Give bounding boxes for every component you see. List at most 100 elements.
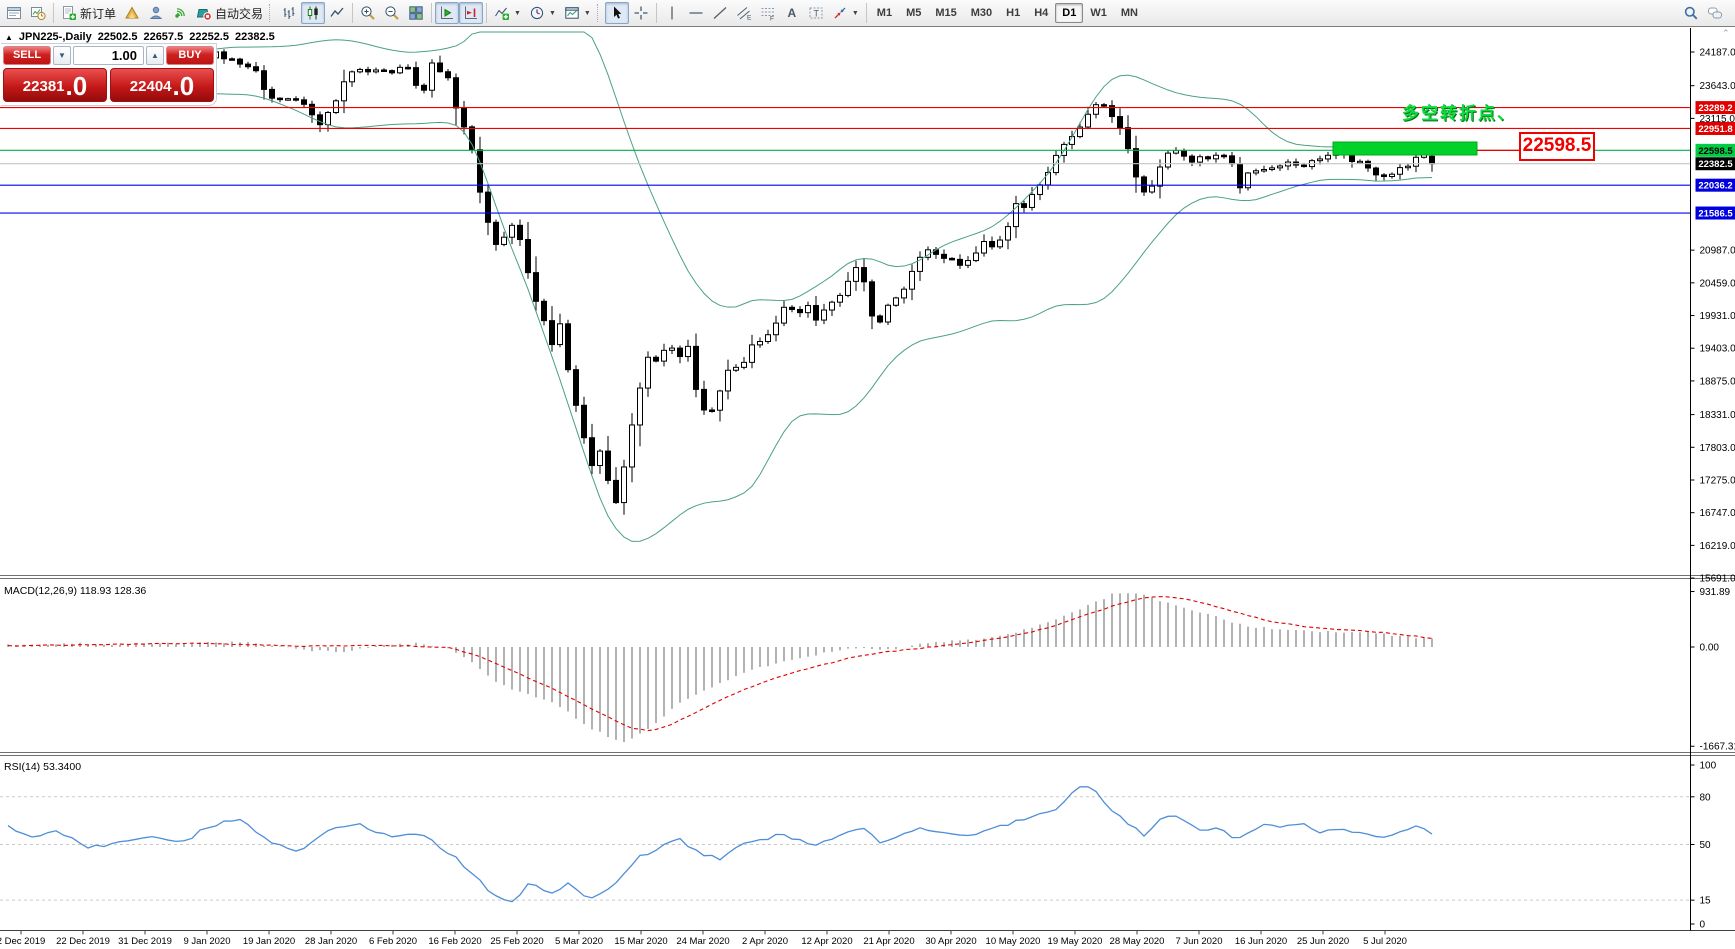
chart-scroll-marker[interactable]: ⌃ [1722,28,1730,39]
line-chart-button[interactable] [325,2,349,24]
auto-scroll-button[interactable] [435,2,459,24]
svg-text:22036.2: 22036.2 [1698,181,1732,192]
auto-scroll-icon [439,5,455,21]
zoom-out-button[interactable] [380,2,404,24]
svg-text:17275.0: 17275.0 [1700,475,1735,486]
sell-price-button[interactable]: 22381.0 [3,68,107,102]
svg-text:15: 15 [1700,896,1712,907]
price-label-box[interactable]: 22598.5 [1519,132,1595,161]
chart-title: ▲ JPN225-,Daily 22502.5 22657.5 22252.5 … [5,31,275,43]
rsi-gridlines [0,797,1691,900]
indicators-button[interactable]: ▼ [490,2,525,24]
mt4-window: 24187.023643.023115.020987.020459.019931… [0,0,1735,949]
svg-text:16 Jun 2020: 16 Jun 2020 [1235,936,1287,947]
fibonacci-tool[interactable]: F [756,2,780,24]
periods-dropdown-caret[interactable]: ▼ [549,10,556,17]
text-label-icon: T [808,5,824,21]
chart-canvas[interactable]: 24187.023643.023115.020987.020459.019931… [0,0,1735,949]
crosshair-icon [633,5,649,21]
periods-button[interactable]: ▼ [525,2,560,24]
svg-text:15691.0: 15691.0 [1700,574,1735,585]
tf-w1-button[interactable]: W1 [1083,3,1114,23]
tf-m5-button[interactable]: M5 [899,3,928,23]
toolbar-grip [597,4,603,22]
svg-text:5 Mar 2020: 5 Mar 2020 [555,936,603,947]
new-order-button[interactable]: 新订单 [57,2,120,24]
svg-text:21 Apr 2020: 21 Apr 2020 [863,936,914,947]
macd-pane-label: MACD(12,26,9) 118.93 128.36 [4,585,146,597]
arrows-dropdown-caret[interactable]: ▼ [852,10,859,17]
svg-text:24187.0: 24187.0 [1700,48,1735,59]
volume-input[interactable] [73,46,144,65]
template-icon [564,5,580,21]
autotrading-label: 自动交易 [215,5,263,22]
cursor-icon [609,5,625,21]
tf-m15-button[interactable]: M15 [928,3,963,23]
svg-text:15 Mar 2020: 15 Mar 2020 [614,936,667,947]
volume-increase-button[interactable]: ▲ [146,46,164,65]
bar-chart-button[interactable] [277,2,301,24]
profiles-icon [124,5,140,21]
crosshair-tool-button[interactable] [629,2,653,24]
buy-price-button[interactable]: 22404.0 [110,68,214,102]
chart-profiles-button[interactable] [120,2,144,24]
volume-decrease-button[interactable]: ▼ [53,46,71,65]
svg-text:-1667.31: -1667.31 [1700,742,1735,753]
svg-text:18875.0: 18875.0 [1700,376,1735,387]
svg-text:23643.0: 23643.0 [1700,81,1735,92]
zoom-out-icon [384,5,400,21]
main-toolbar: 新订单 自动交易 [0,0,1735,27]
cursor-tool-button[interactable] [605,2,629,24]
templates-button[interactable]: ▼ [560,2,595,24]
tile-windows-button[interactable] [404,2,428,24]
tf-m1-button[interactable]: M1 [870,3,899,23]
text-tool-icon: A [784,5,800,21]
axes: 24187.023643.023115.020987.020459.019931… [0,28,1735,947]
tf-h1-button[interactable]: H1 [999,3,1027,23]
vertical-line-tool[interactable] [660,2,684,24]
buy-button[interactable]: BUY [166,46,214,65]
svg-text:25 Feb 2020: 25 Feb 2020 [490,936,543,947]
candlestick-chart-button[interactable] [301,2,325,24]
toolbar-separator [352,3,353,23]
mql-community-button[interactable] [144,2,168,24]
chart-objects[interactable] [1333,142,1519,155]
person-icon [148,5,164,21]
svg-text:21586.5: 21586.5 [1698,209,1733,220]
search-button[interactable] [1679,2,1703,24]
tf-d1-button[interactable]: D1 [1055,3,1083,23]
sell-button[interactable]: SELL [3,46,51,65]
autotrading-button[interactable]: 自动交易 [192,2,267,24]
buy-price-pips: .0 [173,73,195,99]
chart-shift-button[interactable] [459,2,483,24]
trendline-tool[interactable] [708,2,732,24]
equidistant-channel-tool[interactable]: E [732,2,756,24]
svg-text:9 Jan 2020: 9 Jan 2020 [183,936,230,947]
svg-text:50: 50 [1700,840,1712,851]
svg-text:16219.0: 16219.0 [1700,541,1735,552]
toolbar-separator [656,3,657,23]
tf-mn-button[interactable]: MN [1114,3,1145,23]
arrows-tool[interactable]: ▼ [828,2,863,24]
market-watch-button[interactable] [2,2,26,24]
svg-text:28 May 2020: 28 May 2020 [1110,936,1165,947]
indicators-dropdown-caret[interactable]: ▼ [514,10,521,17]
zoom-in-button[interactable] [356,2,380,24]
one-click-trading-panel: SELL ▼ ▲ BUY 22381.0 22404.0 [1,43,217,106]
text-tool[interactable]: A [780,2,804,24]
chat-button[interactable] [1703,2,1727,24]
strategy-tester-button[interactable] [26,2,50,24]
svg-text:7 Jun 2020: 7 Jun 2020 [1175,936,1222,947]
ohlc-close: 22382.5 [235,31,275,43]
tf-m30-button[interactable]: M30 [964,3,999,23]
toolbar-separator [486,3,487,23]
signals-button[interactable] [168,2,192,24]
sell-price-pips: .0 [66,73,88,99]
templates-dropdown-caret[interactable]: ▼ [584,10,591,17]
horizontal-line-tool[interactable] [684,2,708,24]
tf-h4-button[interactable]: H4 [1027,3,1055,23]
rsi-pane-label: RSI(14) 53.3400 [4,761,81,773]
panel-collapse-arrow[interactable]: ▲ [5,33,13,42]
svg-text:6 Feb 2020: 6 Feb 2020 [369,936,417,947]
text-label-tool[interactable]: T [804,2,828,24]
